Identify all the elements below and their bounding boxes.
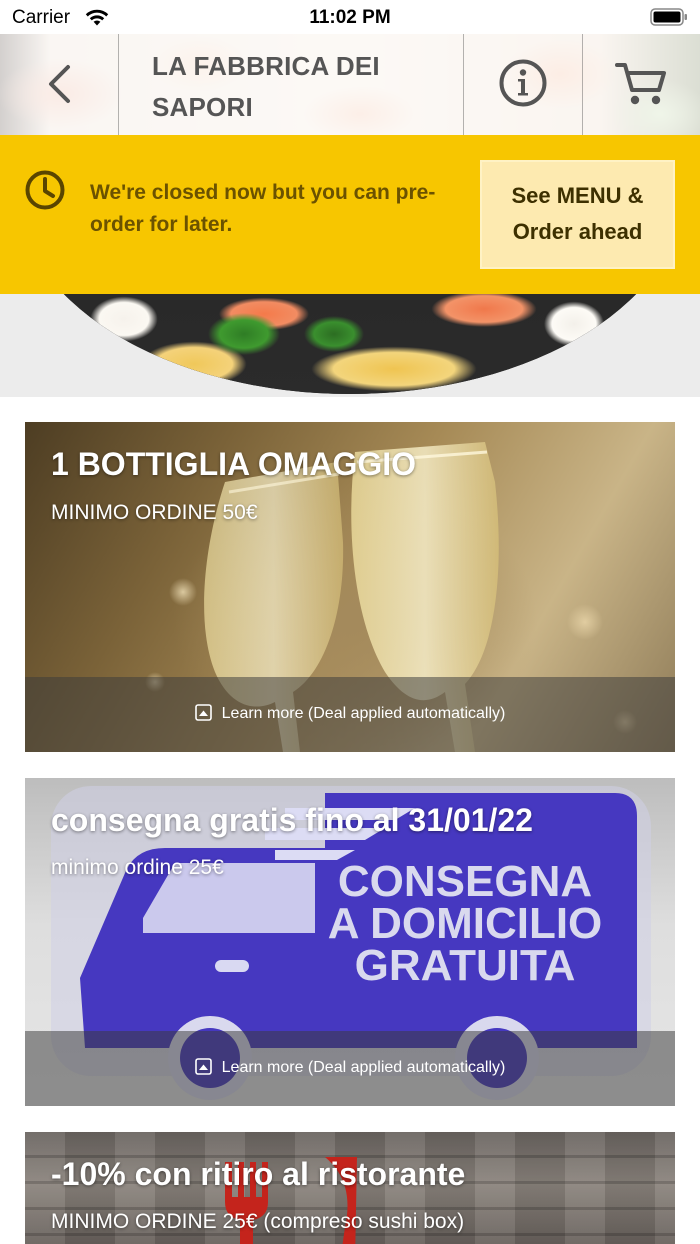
svg-text:GRATUITA: GRATUITA <box>355 941 576 990</box>
chevron-left-icon <box>49 65 70 103</box>
image-icon <box>194 704 212 721</box>
restaurant-title: LA FABBRICA DEI SAPORI <box>152 51 380 122</box>
deal-subtitle: minimo ordine 25€ <box>51 856 224 879</box>
deal-card-pickup-discount[interactable]: -10% con ritiro al ristorante MINIMO ORD… <box>25 1132 675 1244</box>
deal-card-free-bottle[interactable]: 1 BOTTIGLIA OMAGGIO MINIMO ORDINE 50€ Le… <box>25 422 675 752</box>
closed-banner: We're closed now but you can pre-order f… <box>0 135 700 294</box>
back-button[interactable] <box>0 34 118 135</box>
learn-more-link[interactable]: Learn more (Deal applied automatically) <box>222 705 506 722</box>
cart-icon <box>615 63 666 105</box>
deal-subtitle: MINIMO ORDINE 25€ (compreso sushi box) <box>51 1210 465 1233</box>
deal-title: 1 BOTTIGLIA OMAGGIO <box>51 446 417 482</box>
closed-message: We're closed now but you can pre-order f… <box>90 181 436 236</box>
learn-more-link[interactable]: Learn more (Deal applied automatically) <box>222 1059 506 1076</box>
image-icon <box>194 1058 212 1075</box>
see-menu-order-ahead-button[interactable]: See MENU & Order ahead <box>480 160 675 269</box>
info-button[interactable] <box>464 34 582 135</box>
info-circle-icon <box>499 59 547 107</box>
cart-button[interactable] <box>583 34 700 135</box>
deal-title: consegna gratis fino al 31/01/22 <box>51 802 533 838</box>
status-bar: Carrier 11:02 PM <box>0 0 700 34</box>
hero-food-image <box>0 294 700 397</box>
deal-card-free-delivery[interactable]: CONSEGNA A DOMICILIO GRATUITA consegna g… <box>25 778 675 1106</box>
status-time: 11:02 PM <box>309 7 391 28</box>
learn-more-bar[interactable]: Learn more (Deal applied automatically) <box>25 677 675 752</box>
sushi-platter-image <box>14 294 686 394</box>
restaurant-header: LA FABBRICA DEI SAPORI <box>0 34 700 135</box>
deal-subtitle: MINIMO ORDINE 50€ <box>51 501 258 524</box>
clock-icon <box>25 170 65 210</box>
battery-icon <box>650 8 687 26</box>
deal-title: -10% con ritiro al ristorante <box>51 1156 466 1192</box>
learn-more-bar[interactable]: Learn more (Deal applied automatically) <box>25 1031 675 1106</box>
